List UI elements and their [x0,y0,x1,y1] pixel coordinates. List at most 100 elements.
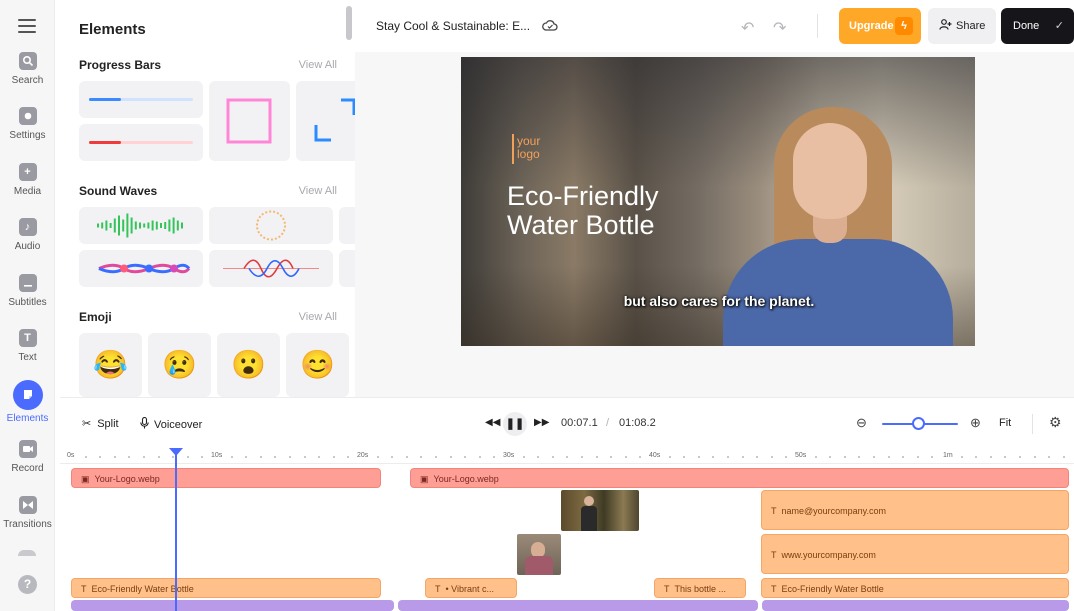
microphone-icon [140,416,149,429]
clip-email-text[interactable]: Tname@yourcompany.com [761,490,1069,530]
clip-logo-1[interactable]: ▣ Your-Logo.webp [71,468,381,488]
ruler-tick [274,456,277,458]
pause-button[interactable]: ❚❚ [503,412,527,436]
gear-icon[interactable]: ⚙ [1049,414,1062,431]
image-icon: ▣ [420,474,429,484]
clip-vibrant-label: • Vibrant c... [445,584,495,594]
emoji-tile-blush[interactable]: 😊 [286,333,349,397]
emoji-tile-cry[interactable]: 😢 [148,333,211,397]
element-tile-wave-lines[interactable] [209,250,333,287]
done-button[interactable]: Done ✓ [1001,8,1074,44]
clip-this-bottle-text[interactable]: T This bottle ... [654,578,746,598]
emoji-tile-surprised[interactable]: 😮 [217,333,280,397]
rail-item-record[interactable]: Record [0,440,55,474]
wave-bar [118,215,120,236]
emoji-tile-joy[interactable]: 😂 [79,333,142,397]
clip-logo-2[interactable]: ▣ Your-Logo.webp [410,468,1069,488]
clip-audio-1[interactable] [71,600,394,611]
ruler-tick [683,456,686,458]
view-all-emoji[interactable]: View All [299,311,337,323]
clip-website-text[interactable]: Twww.yourcompany.com [761,534,1069,574]
rail-item-search[interactable]: Search [0,52,55,86]
clip-title-text-2[interactable]: T Eco-Friendly Water Bottle [761,578,1069,598]
ruler-tick [537,456,540,458]
panel-scrollbar[interactable] [346,6,352,40]
ruler-tick [581,456,583,458]
rail-item-more-icon[interactable] [18,550,36,556]
clip-vibrant-text[interactable]: T • Vibrant c... [425,578,517,598]
element-tile-progress-corner[interactable] [296,81,355,161]
ruler-tick [128,456,131,458]
redo-icon[interactable]: ↷ [773,18,786,38]
upgrade-button[interactable]: Upgrade ϟ [839,8,921,44]
ruler-tick [391,456,394,458]
overlay-headline[interactable]: Eco-Friendly Water Bottle [507,182,707,240]
rewind-icon[interactable]: ◀◀ [485,417,500,428]
ruler-tick [347,456,350,458]
text-icon: T [18,329,37,347]
wave-bar [139,222,141,229]
time-separator: / [606,417,610,429]
view-all-sound-waves[interactable]: View All [299,185,337,197]
overlay-logo-text[interactable]: your logo [517,135,567,161]
element-tile-wave-green[interactable] [79,207,203,244]
playhead-line[interactable] [175,452,177,611]
zoom-in-icon[interactable]: ⊕ [970,415,981,431]
help-icon[interactable]: ? [18,575,37,594]
ruler-tick [1062,456,1065,458]
ruler-tick [259,456,262,458]
ruler-tick [858,456,861,458]
wave-bar [181,222,183,229]
element-tile-wave-partial[interactable] [339,207,355,244]
wave-bar [147,222,150,229]
view-all-progress-bars[interactable]: View All [299,59,337,71]
element-tile-wave-colorful[interactable] [79,250,203,287]
fast-forward-icon[interactable]: ▶▶ [534,417,549,428]
zoom-slider-knob[interactable] [912,417,925,430]
zoom-out-icon[interactable]: ⊖ [856,415,867,431]
clip-audio-3[interactable] [762,600,1069,611]
fit-button[interactable]: Fit [999,417,1011,429]
undo-icon[interactable]: ↶ [741,18,754,38]
split-button[interactable]: ✂ Split [82,417,119,430]
ruler-tick [245,456,248,458]
clip-video-thumb-2[interactable] [517,534,561,575]
video-preview[interactable]: your logo Eco-Friendly Water Bottle but … [461,57,975,346]
element-tile-wave-partial-2[interactable] [339,250,355,287]
voiceover-label: Voiceover [154,419,203,431]
wave-bar [176,220,179,231]
share-button[interactable]: Share [928,8,996,44]
section-title-sound-waves: Sound Waves [79,184,158,198]
ruler-tick [960,456,963,458]
subtitles-icon [18,274,37,292]
wave-bar [155,221,158,230]
subtitle-caption[interactable]: but also cares for the planet. [461,293,975,309]
rail-item-elements[interactable]: Elements [0,380,55,424]
clip-title-text-1[interactable]: T Eco-Friendly Water Bottle [71,578,381,598]
rail-item-text[interactable]: T Text [0,329,55,363]
rail-item-settings[interactable]: Settings [0,107,55,141]
element-tile-progress-red[interactable] [79,124,203,161]
clip-audio-2[interactable] [398,600,758,611]
wave-bar [151,220,154,231]
rail-item-media[interactable]: + Media [0,163,55,197]
clip-video-thumb-1[interactable] [561,490,639,531]
element-tile-progress-square[interactable] [209,81,290,161]
rail-item-audio[interactable]: ♪ Audio [0,218,55,252]
ruler-tick [186,456,189,458]
timeline-ruler[interactable]: 0s 10s 20s 30s 40s 50s 1m [60,449,1074,464]
element-tile-wave-circle[interactable] [209,207,333,244]
element-tile-progress-blue[interactable] [79,81,203,118]
rail-item-subtitles[interactable]: Subtitles [0,274,55,308]
ruler-tick [464,456,467,458]
rail-item-transitions[interactable]: Transitions [0,496,55,530]
playhead-handle[interactable] [169,448,183,456]
text-icon: T [771,584,777,594]
project-title[interactable]: Stay Cool & Sustainable: E... [376,19,530,33]
text-icon: T [771,506,777,516]
plus-icon: + [18,163,37,181]
hamburger-menu-icon[interactable] [18,19,36,33]
thumb-1-face [584,496,594,506]
voiceover-button[interactable]: Voiceover [140,416,203,431]
ruler-tick [84,456,87,458]
